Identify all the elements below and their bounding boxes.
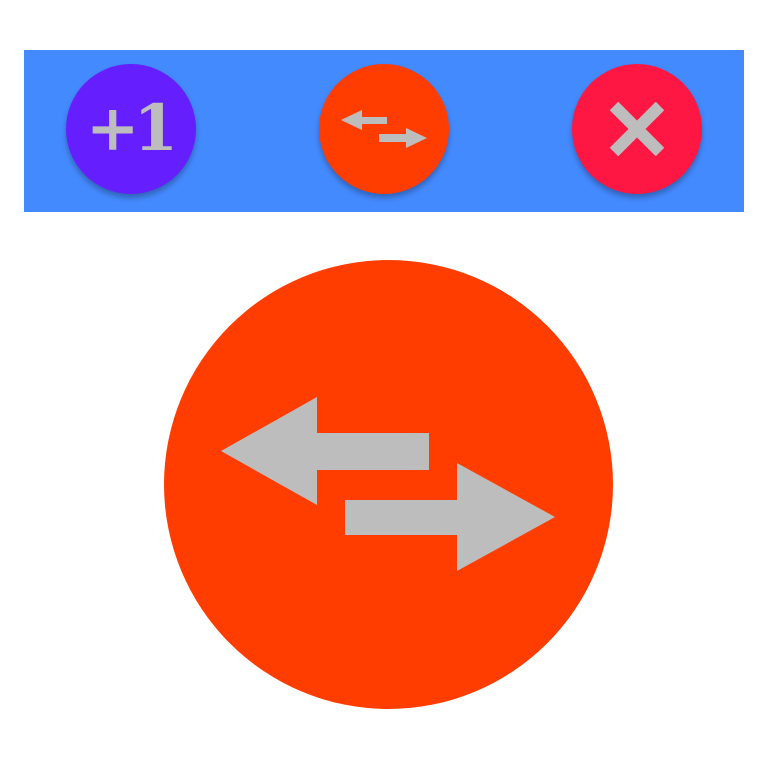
swap-horiz-icon xyxy=(341,110,427,148)
swap-horiz-icon xyxy=(220,396,555,571)
fab-toolbar: +1 xyxy=(24,50,744,212)
plus-one-button[interactable]: +1 xyxy=(66,64,196,194)
swap-button[interactable] xyxy=(319,64,449,194)
close-button[interactable] xyxy=(572,64,702,194)
plus-one-icon: +1 xyxy=(85,91,178,166)
page: +1 xyxy=(0,0,768,768)
close-icon xyxy=(609,101,665,157)
swap-preview-button[interactable] xyxy=(164,260,613,709)
